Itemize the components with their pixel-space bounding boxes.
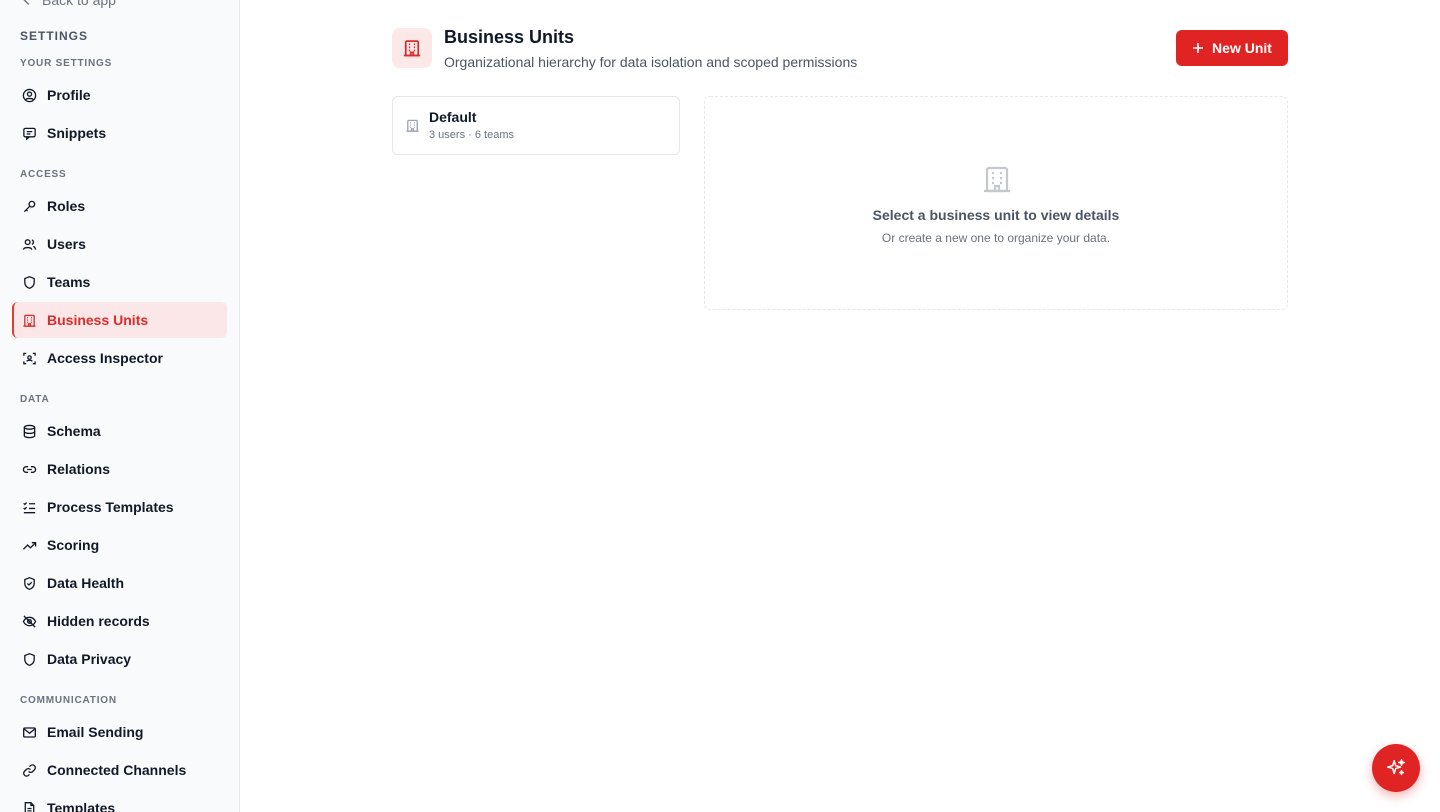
sidebar-item-label: Data Health (47, 575, 125, 591)
building-icon (403, 40, 421, 57)
shield-icon (24, 275, 35, 289)
sidebar-item-label: Access Inspector (47, 350, 163, 366)
building-icon (23, 314, 36, 327)
sidebar-item-templates[interactable]: Templates (12, 790, 227, 812)
scan-icon (23, 352, 36, 364)
list-checks-icon (23, 501, 36, 513)
assistant-fab-button[interactable] (1372, 744, 1420, 792)
chevron-left-icon (23, 0, 30, 5)
sidebar-item-schema[interactable]: Schema (12, 413, 227, 449)
database-icon (23, 424, 36, 438)
business-unit-detail-panel: Select a business unit to view details O… (704, 96, 1288, 310)
sidebar-item-profile[interactable]: Profile (12, 77, 227, 113)
empty-state-subtitle: Or create a new one to organize your dat… (881, 231, 1111, 245)
sidebar-item-email-sending[interactable]: Email Sending (12, 714, 227, 750)
file-text-icon (24, 801, 35, 812)
business-unit-meta: 3 users · 6 teams (429, 129, 514, 141)
shield-check-icon (24, 576, 35, 590)
sidebar-item-relations[interactable]: Relations (12, 451, 227, 487)
sidebar-item-access-inspector[interactable]: Access Inspector (12, 340, 227, 376)
sidebar-item-hidden-records[interactable]: Hidden records (12, 603, 227, 639)
sidebar-item-label: Templates (47, 800, 116, 812)
building-icon (984, 166, 1010, 193)
sparkles-icon (1387, 759, 1405, 776)
sidebar-item-label: Connected Channels (47, 762, 187, 778)
new-unit-button[interactable]: New Unit (1176, 30, 1288, 66)
trending-up-icon (22, 541, 37, 550)
link-icon (23, 763, 36, 777)
back-to-app-link[interactable]: Back to app (20, 0, 116, 8)
sidebar-item-label: Process Templates (47, 499, 174, 515)
sidebar-item-snippets[interactable]: Snippets (12, 115, 227, 151)
users-icon (22, 238, 37, 250)
business-unit-card[interactable]: Default 3 users · 6 teams (392, 96, 680, 155)
business-units-page-icon (392, 28, 432, 68)
sidebar-item-data-privacy[interactable]: Data Privacy (12, 641, 227, 677)
sidebar-item-label: Profile (47, 87, 91, 103)
section-label-data: DATA (20, 394, 50, 405)
sidebar-item-scoring[interactable]: Scoring (12, 527, 227, 563)
sidebar-item-business-units[interactable]: Business Units (12, 302, 227, 338)
section-label-communication: COMMUNICATION (20, 695, 117, 706)
settings-title: SETTINGS (20, 29, 89, 43)
message-square-icon (23, 127, 36, 141)
link-icon (22, 465, 37, 473)
sidebar-item-label: Users (47, 236, 86, 252)
key-icon (23, 200, 36, 212)
sidebar-item-users[interactable]: Users (12, 226, 227, 262)
page-subtitle: Organizational hierarchy for data isolat… (444, 54, 858, 70)
sidebar-item-label: Email Sending (47, 724, 144, 740)
empty-state-title: Select a business unit to view details (872, 207, 1120, 223)
sidebar-item-label: Business Units (47, 312, 149, 328)
sidebar-item-label: Scoring (47, 537, 100, 553)
sidebar-item-label: Hidden records (47, 613, 150, 629)
sidebar-item-roles[interactable]: Roles (12, 188, 227, 224)
sidebar-item-data-health[interactable]: Data Health (12, 565, 227, 601)
business-unit-name: Default (429, 109, 477, 125)
page-title: Business Units (444, 27, 575, 47)
back-to-app-label: Back to app (42, 0, 116, 8)
plus-icon (1193, 43, 1204, 53)
new-unit-button-label: New Unit (1212, 40, 1272, 56)
sidebar-item-label: Roles (47, 198, 86, 214)
section-label-your-settings: YOUR SETTINGS (20, 58, 113, 69)
building-icon (406, 119, 419, 132)
mail-icon (23, 726, 36, 738)
shield-icon (24, 652, 35, 666)
sidebar-item-label: Snippets (47, 125, 107, 141)
sidebar-item-label: Teams (47, 274, 91, 290)
settings-sidebar: Back to app SETTINGS YOUR SETTINGS Profi… (0, 0, 240, 812)
sidebar-item-label: Relations (47, 461, 111, 477)
sidebar-item-label: Schema (47, 423, 101, 439)
sidebar-item-label: Data Privacy (47, 651, 132, 667)
sidebar-item-teams[interactable]: Teams (12, 264, 227, 300)
section-label-access: ACCESS (20, 169, 67, 180)
sidebar-item-connected-channels[interactable]: Connected Channels (12, 752, 227, 788)
sidebar-item-process-templates[interactable]: Process Templates (12, 489, 227, 525)
user-circle-icon (22, 88, 37, 102)
eye-off-icon (22, 614, 37, 628)
